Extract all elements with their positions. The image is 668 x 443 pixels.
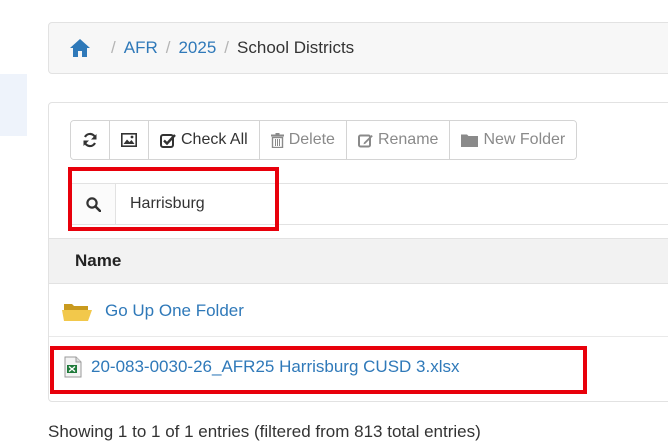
check-square-icon [160,133,176,148]
delete-button[interactable]: Delete [259,121,347,159]
breadcrumb-separator: / [165,38,171,57]
rename-button[interactable]: Rename [346,121,451,159]
delete-label: Delete [288,131,335,148]
breadcrumb-link-afr[interactable]: AFR [124,38,158,58]
edit-icon [357,134,373,147]
breadcrumb: / AFR / 2025 / School Districts [48,22,668,74]
trash-icon [270,132,284,148]
breadcrumb-separator: / [224,38,230,57]
refresh-button[interactable] [71,121,110,159]
new-folder-button[interactable]: New Folder [450,121,577,159]
check-all-button[interactable]: Check All [149,121,260,159]
check-all-label: Check All [181,131,248,148]
column-header-name[interactable]: Name [49,238,668,284]
file-toolbar: Check All Delete Rename New Folder [70,120,578,160]
folder-icon [62,303,92,321]
folder-plus-icon [461,134,479,147]
new-folder-label: New Folder [483,131,566,148]
breadcrumb-current: School Districts [237,38,355,57]
rename-label: Rename [377,131,439,148]
image-icon [121,133,137,147]
breadcrumb-link-2025[interactable]: 2025 [178,38,216,58]
breadcrumb-separator: / [111,38,116,57]
refresh-icon [83,132,97,148]
home-icon[interactable] [69,38,91,58]
table-row-go-up[interactable]: Go Up One Folder [49,285,668,337]
search-highlight-annotation [68,167,279,231]
sidebar-accent [0,74,27,136]
image-view-button[interactable] [110,121,149,159]
go-up-folder-link[interactable]: Go Up One Folder [105,301,244,321]
table-info: Showing 1 to 1 of 1 entries (filtered fr… [48,422,481,441]
file-highlight-annotation [50,346,587,394]
